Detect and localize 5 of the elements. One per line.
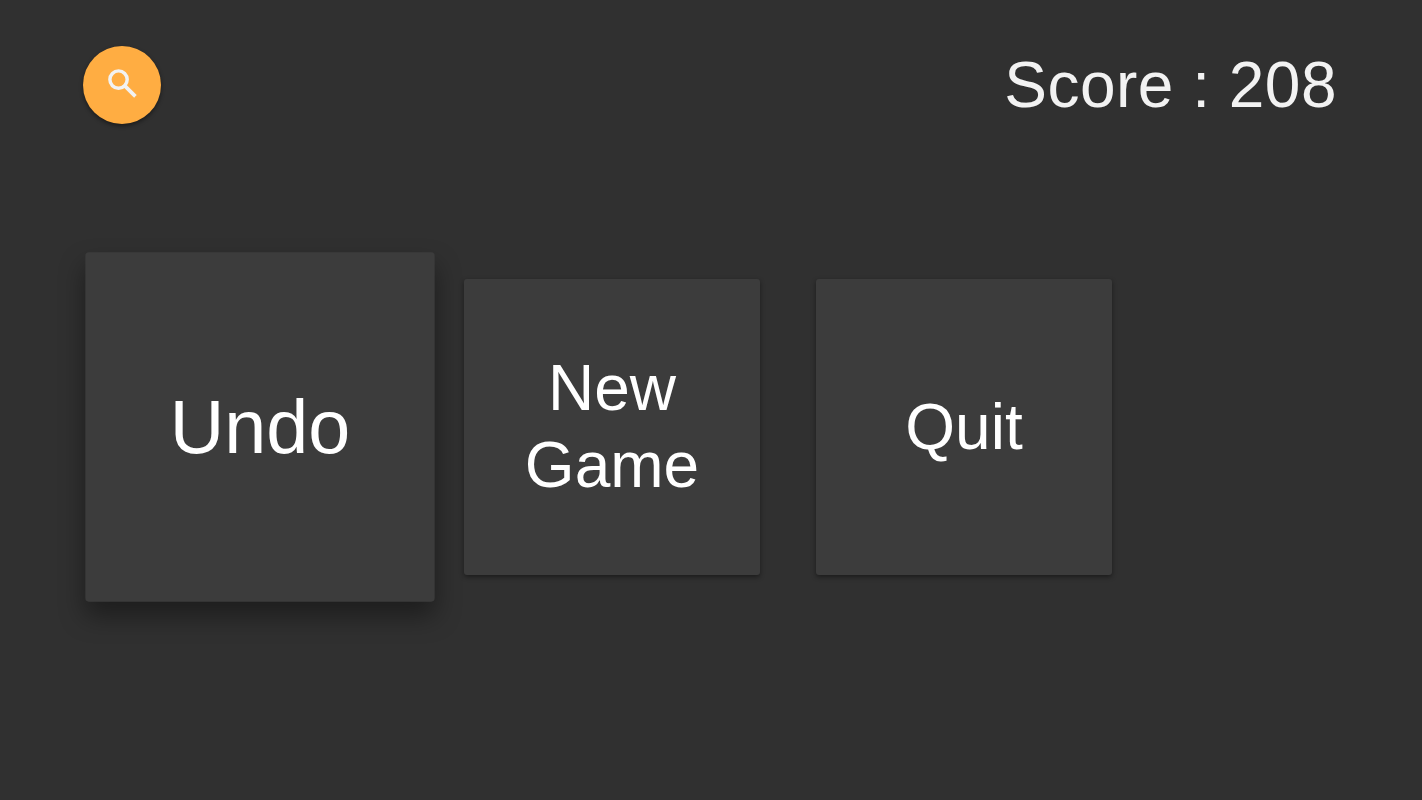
menu-button[interactable]: Undo [85,252,435,602]
score-label: Score : 208 [1004,48,1337,123]
menu-button[interactable]: New Game [464,279,760,575]
search-icon [107,68,137,98]
menu-button[interactable]: Quit [816,279,1112,575]
